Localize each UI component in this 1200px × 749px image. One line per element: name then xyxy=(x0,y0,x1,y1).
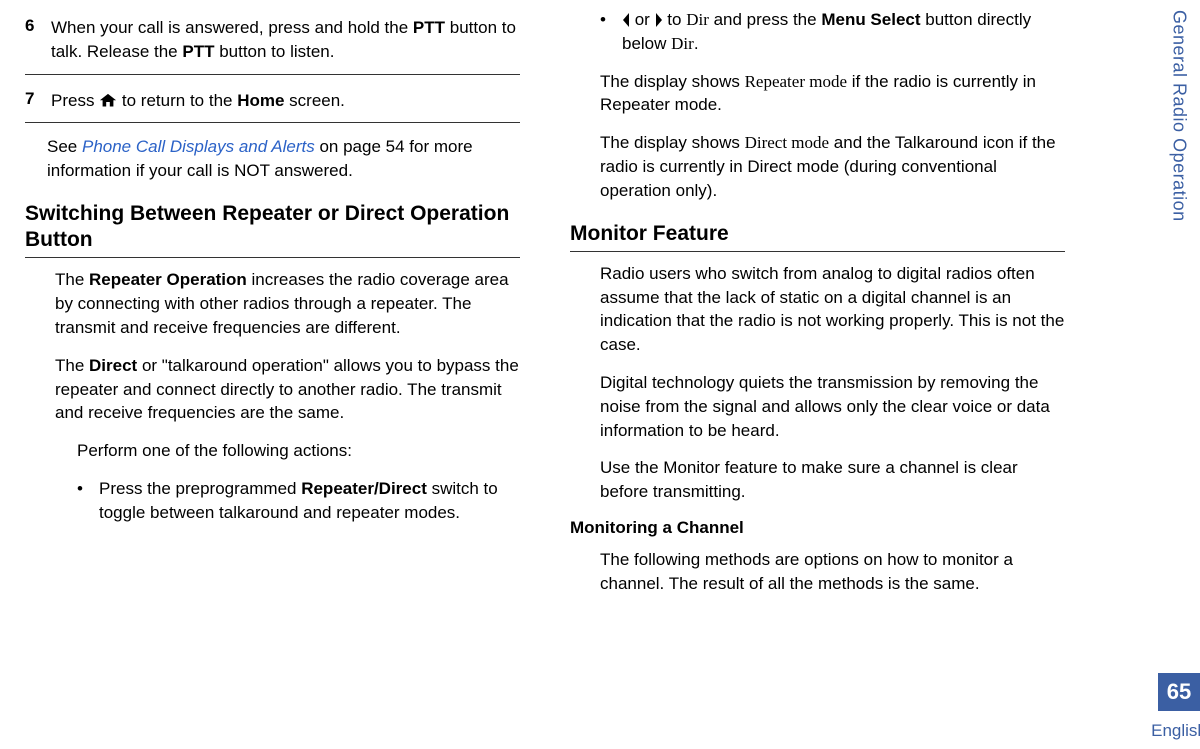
text: The display shows xyxy=(600,133,745,152)
step-body: Press to return to the Home screen. xyxy=(51,89,520,113)
subsection-body: The following methods are options on how… xyxy=(600,548,1065,596)
step-number: 7 xyxy=(25,89,51,113)
home-icon xyxy=(99,91,117,106)
heading-rule xyxy=(570,251,1065,252)
divider xyxy=(25,122,520,123)
step-number: 6 xyxy=(25,16,51,64)
language-label: English xyxy=(1151,711,1200,749)
left-arrow-icon xyxy=(622,11,630,27)
ptt-label: PTT xyxy=(413,18,445,37)
home-label: Home xyxy=(237,91,284,110)
paragraph: Digital technology quiets the transmissi… xyxy=(600,371,1065,442)
text: to xyxy=(663,10,687,29)
text: screen. xyxy=(284,91,344,110)
text: When your call is answered, press and ho… xyxy=(51,18,413,37)
page-sidebar: General Radio Operation 65 English xyxy=(1158,0,1200,749)
step-body: When your call is answered, press and ho… xyxy=(51,16,520,64)
list-item: • Press the preprogrammed Repeater/Direc… xyxy=(77,477,520,525)
text: The xyxy=(55,270,89,289)
display-text: Dir xyxy=(671,34,694,53)
step-list: 6 When your call is answered, press and … xyxy=(25,8,520,123)
display-text: Direct mode xyxy=(745,133,830,152)
term: Repeater/Direct xyxy=(301,479,427,498)
paragraph: The display shows Repeater mode if the r… xyxy=(600,70,1065,118)
text: See xyxy=(47,137,82,156)
paragraph: Use the Monitor feature to make sure a c… xyxy=(600,456,1065,504)
paragraph: The Repeater Operation increases the rad… xyxy=(55,268,520,339)
display-text: Dir xyxy=(686,10,709,29)
display-text: Repeater mode xyxy=(745,72,847,91)
text: Press the preprogrammed xyxy=(99,479,301,498)
paragraph: The following methods are options on how… xyxy=(600,548,1065,596)
text: The xyxy=(55,356,89,375)
bullet-icon: • xyxy=(600,8,622,56)
page: 6 When your call is answered, press and … xyxy=(0,0,1200,749)
action-intro: Perform one of the following actions: xyxy=(77,439,520,463)
column-left: 6 When your call is answered, press and … xyxy=(25,8,550,749)
divider xyxy=(25,74,520,75)
page-number: 65 xyxy=(1158,673,1200,711)
heading-monitoring-channel: Monitoring a Channel xyxy=(570,518,1065,538)
note-paragraph: See Phone Call Displays and Alerts on pa… xyxy=(47,135,520,183)
bullet-list-cont: • or to Dir and press the Menu Select bu… xyxy=(600,8,1065,56)
term: Direct xyxy=(89,356,137,375)
section-label: General Radio Operation xyxy=(1169,10,1190,222)
text: Press xyxy=(51,91,99,110)
list-item-body: Press the preprogrammed Repeater/Direct … xyxy=(99,477,520,525)
list-item-body: or to Dir and press the Menu Select butt… xyxy=(622,8,1065,56)
bullet-icon: • xyxy=(77,477,99,525)
heading-monitor-feature: Monitor Feature xyxy=(570,221,1065,247)
step-6: 6 When your call is answered, press and … xyxy=(25,8,520,72)
step-7: 7 Press to return to the Home screen. xyxy=(25,81,520,121)
ptt-label: PTT xyxy=(182,42,214,61)
paragraph: Radio users who switch from analog to di… xyxy=(600,262,1065,357)
text: The display shows xyxy=(600,72,745,91)
text: and press the xyxy=(709,10,821,29)
heading-switching-repeater-direct: Switching Between Repeater or Direct Ope… xyxy=(25,201,520,254)
section-body: The Repeater Operation increases the rad… xyxy=(55,268,520,463)
right-arrow-icon xyxy=(655,11,663,27)
text: to return to the xyxy=(117,91,237,110)
result-block: The display shows Repeater mode if the r… xyxy=(600,70,1065,203)
term: Repeater Operation xyxy=(89,270,247,289)
text: . xyxy=(694,34,699,53)
heading-rule xyxy=(25,257,520,258)
cross-reference-link[interactable]: Phone Call Displays and Alerts xyxy=(82,137,315,156)
column-right: • or to Dir and press the Menu Select bu… xyxy=(570,8,1095,749)
list-item: • or to Dir and press the Menu Select bu… xyxy=(600,8,1065,56)
text: button to listen. xyxy=(214,42,334,61)
paragraph: The Direct or "talkaround operation" all… xyxy=(55,354,520,425)
paragraph: The display shows Direct mode and the Ta… xyxy=(600,131,1065,202)
section-body: Radio users who switch from analog to di… xyxy=(600,262,1065,504)
term: Menu Select xyxy=(821,10,920,29)
text: or xyxy=(630,10,655,29)
bullet-list: • Press the preprogrammed Repeater/Direc… xyxy=(77,477,520,525)
